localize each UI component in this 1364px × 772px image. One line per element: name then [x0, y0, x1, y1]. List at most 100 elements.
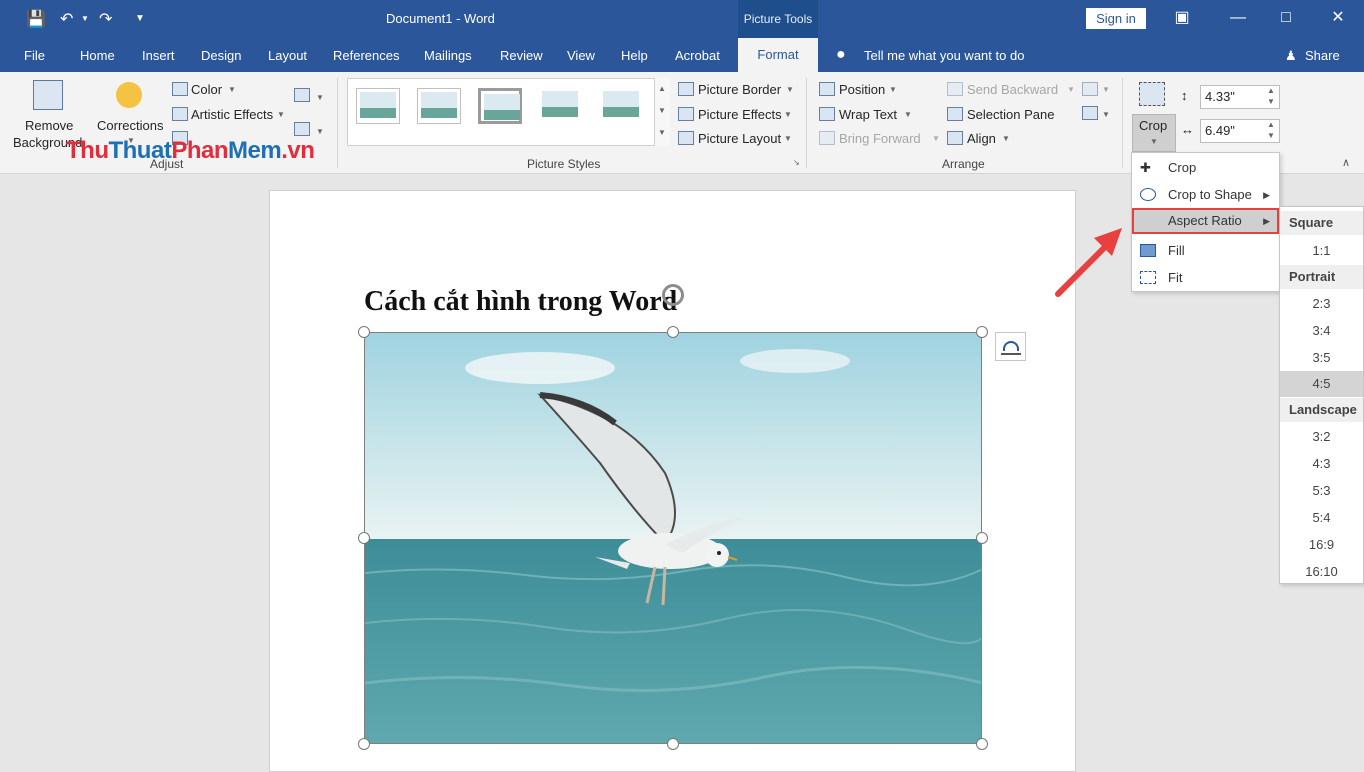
- menu-item-crop[interactable]: ✚ Crop: [1132, 155, 1279, 181]
- ratio-option[interactable]: 16:9: [1280, 532, 1363, 558]
- align-dropdown-icon[interactable]: ▼: [1002, 134, 1010, 143]
- picture-layout-button[interactable]: Picture Layout: [698, 131, 781, 146]
- ratio-option[interactable]: 3:5: [1280, 345, 1363, 371]
- ratio-option[interactable]: 3:2: [1280, 424, 1363, 450]
- tab-mailings[interactable]: Mailings: [424, 48, 472, 63]
- send-backward-dropdown-icon[interactable]: ▼: [1067, 85, 1075, 94]
- ratio-option[interactable]: 16:10: [1280, 559, 1363, 585]
- group-objects-icon[interactable]: [1082, 82, 1098, 97]
- tab-layout[interactable]: Layout: [268, 48, 307, 63]
- bring-forward-dropdown-icon[interactable]: ▼: [932, 134, 940, 143]
- change-picture-icon[interactable]: [294, 122, 310, 137]
- corrections-icon[interactable]: [116, 82, 142, 108]
- picture-effects-dropdown-icon[interactable]: ▼: [784, 110, 792, 119]
- rotate-dropdown-icon[interactable]: ▼: [1102, 110, 1110, 119]
- collapse-ribbon-icon[interactable]: ∧: [1342, 156, 1350, 169]
- tab-view[interactable]: View: [567, 48, 595, 63]
- tab-help[interactable]: Help: [621, 48, 648, 63]
- undo-icon[interactable]: ↶: [60, 9, 73, 29]
- resize-handle[interactable]: [976, 738, 988, 750]
- tab-file[interactable]: File: [24, 48, 45, 63]
- wrap-text-button[interactable]: Wrap Text: [839, 107, 897, 122]
- rotate-handle-icon[interactable]: [662, 284, 684, 306]
- width-up-icon[interactable]: ▲: [1267, 120, 1275, 129]
- ratio-option[interactable]: 3:4: [1280, 318, 1363, 344]
- style-thumbnail[interactable]: [478, 88, 522, 124]
- color-button[interactable]: Color: [191, 82, 222, 97]
- rotate-objects-icon[interactable]: [1082, 106, 1098, 121]
- tab-review[interactable]: Review: [500, 48, 543, 63]
- style-thumbnail[interactable]: [539, 88, 583, 124]
- gallery-down-icon[interactable]: ▼: [658, 106, 666, 115]
- style-thumbnail[interactable]: [356, 88, 400, 124]
- picture-border-dropdown-icon[interactable]: ▼: [786, 85, 794, 94]
- redo-icon[interactable]: ↷: [99, 9, 112, 29]
- picture-effects-button[interactable]: Picture Effects: [698, 107, 782, 122]
- corrections-button[interactable]: Corrections: [97, 118, 163, 133]
- seagull-photo[interactable]: [364, 332, 982, 744]
- format-picture-launcher-icon[interactable]: ↘: [793, 158, 800, 167]
- tab-design[interactable]: Design: [201, 48, 241, 63]
- width-down-icon[interactable]: ▼: [1267, 131, 1275, 140]
- crop-dropdown-icon[interactable]: ▼: [1150, 137, 1158, 146]
- maximize-icon[interactable]: □: [1266, 6, 1306, 30]
- remove-background-icon[interactable]: [33, 80, 63, 110]
- gallery-up-icon[interactable]: ▲: [658, 84, 666, 93]
- menu-item-fill[interactable]: Fill: [1132, 238, 1279, 264]
- undo-dropdown-icon[interactable]: ▼: [81, 14, 89, 23]
- remove-background-label-1[interactable]: Remove: [25, 118, 73, 133]
- position-dropdown-icon[interactable]: ▼: [889, 85, 897, 94]
- tab-home[interactable]: Home: [80, 48, 115, 63]
- tell-me-search[interactable]: Tell me what you want to do: [864, 48, 1024, 63]
- ratio-option[interactable]: 4:3: [1280, 451, 1363, 477]
- tab-acrobat[interactable]: Acrobat: [675, 48, 720, 63]
- ratio-option[interactable]: 2:3: [1280, 291, 1363, 317]
- tab-references[interactable]: References: [333, 48, 399, 63]
- layout-options-icon[interactable]: [995, 332, 1026, 361]
- resize-handle[interactable]: [667, 738, 679, 750]
- align-button[interactable]: Align: [967, 131, 996, 146]
- tab-format[interactable]: Format: [738, 38, 818, 72]
- gallery-more-icon[interactable]: ▼: [658, 128, 666, 137]
- ratio-option[interactable]: 5:3: [1280, 478, 1363, 504]
- resize-handle[interactable]: [358, 738, 370, 750]
- resize-handle[interactable]: [976, 532, 988, 544]
- picture-layout-dropdown-icon[interactable]: ▼: [784, 134, 792, 143]
- style-thumbnail[interactable]: [600, 88, 644, 124]
- resize-handle[interactable]: [358, 532, 370, 544]
- menu-item-fit[interactable]: Fit: [1132, 265, 1279, 291]
- style-thumbnail[interactable]: [417, 88, 461, 124]
- share-icon[interactable]: ♟: [1285, 48, 1297, 64]
- save-icon[interactable]: 💾: [26, 9, 46, 29]
- selection-pane-button[interactable]: Selection Pane: [967, 107, 1054, 122]
- menu-item-crop-to-shape[interactable]: Crop to Shape ▶: [1132, 182, 1279, 208]
- artistic-effects-button[interactable]: Artistic Effects: [191, 107, 273, 122]
- compress-pictures-icon[interactable]: [294, 88, 310, 103]
- height-up-icon[interactable]: ▲: [1267, 86, 1275, 95]
- position-button[interactable]: Position: [839, 82, 885, 97]
- picture-border-button[interactable]: Picture Border: [698, 82, 781, 97]
- customize-qat-icon[interactable]: ▼: [135, 13, 145, 24]
- minimize-icon[interactable]: —: [1218, 6, 1258, 30]
- ratio-option-selected[interactable]: 4:5: [1280, 371, 1363, 397]
- crop-picture-icon[interactable]: [1139, 82, 1165, 106]
- group-dropdown-icon[interactable]: ▼: [1102, 85, 1110, 94]
- bring-forward-button[interactable]: Bring Forward: [839, 131, 921, 146]
- tab-insert[interactable]: Insert: [142, 48, 175, 63]
- sign-in-button[interactable]: Sign in: [1086, 8, 1146, 29]
- ratio-option[interactable]: 1:1: [1280, 238, 1363, 264]
- color-dropdown-icon[interactable]: ▼: [228, 85, 236, 94]
- change-picture-dropdown-icon[interactable]: ▼: [316, 127, 324, 136]
- ratio-option[interactable]: 5:4: [1280, 505, 1363, 531]
- ribbon-display-options-icon[interactable]: ▣: [1162, 6, 1202, 30]
- close-icon[interactable]: ✕: [1318, 6, 1358, 30]
- send-backward-button[interactable]: Send Backward: [967, 82, 1058, 97]
- artistic-effects-dropdown-icon[interactable]: ▼: [277, 110, 285, 119]
- wrap-text-dropdown-icon[interactable]: ▼: [904, 110, 912, 119]
- share-button[interactable]: Share: [1305, 48, 1340, 63]
- compress-dropdown-icon[interactable]: ▼: [316, 93, 324, 102]
- resize-handle[interactable]: [667, 326, 679, 338]
- height-down-icon[interactable]: ▼: [1267, 97, 1275, 106]
- resize-handle[interactable]: [976, 326, 988, 338]
- menu-item-aspect-ratio[interactable]: Aspect Ratio ▶: [1132, 208, 1279, 234]
